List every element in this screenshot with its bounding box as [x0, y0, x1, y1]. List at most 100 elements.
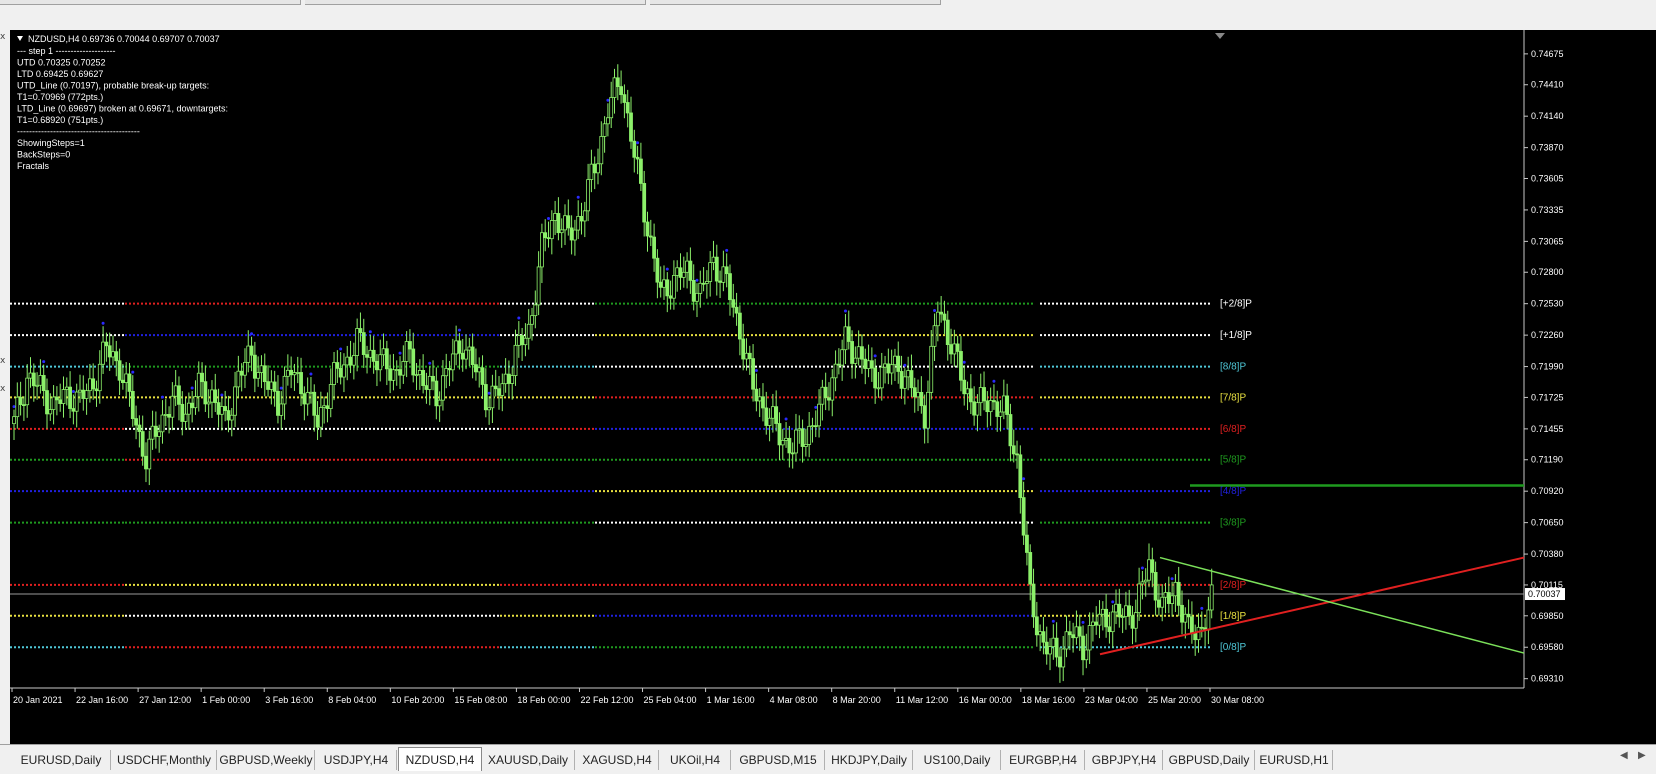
candle-body — [794, 429, 798, 454]
candle-body — [1074, 626, 1079, 639]
fractal-marker — [220, 393, 224, 397]
candle-body — [681, 271, 686, 278]
close-icon[interactable]: x — [0, 384, 5, 394]
candle-body — [408, 341, 412, 350]
candle-body — [398, 369, 402, 376]
fractal-marker — [1111, 600, 1115, 604]
candle-body — [147, 438, 152, 470]
collapse-icon[interactable] — [17, 36, 23, 41]
current-price-label: 0.70037 — [1528, 589, 1561, 599]
tab-scroll-right-icon[interactable]: ▶ — [1638, 750, 1646, 761]
candle-body — [566, 215, 571, 229]
tab-scroll-left-icon[interactable]: ◀ — [1620, 750, 1628, 761]
candle-body — [144, 455, 148, 470]
candle-body — [365, 354, 369, 358]
price-chart[interactable]: 0.74675 0.74410 0.74140 0.73870 0.73605 0.733… — [10, 30, 1656, 744]
candle-body — [1140, 581, 1145, 585]
chart-tab[interactable]: GBPUSD,Weekly — [218, 750, 315, 770]
chart-tab[interactable]: GBPUSD,Daily — [1164, 750, 1255, 770]
candle-body — [1117, 603, 1122, 618]
chart-tab[interactable]: USDJPY,H4 — [316, 750, 397, 770]
candle-body — [770, 406, 775, 419]
trend-lines — [1099, 484, 1525, 656]
chart-canvas[interactable]: 0.74675 0.74410 0.74140 0.73870 0.73605 0.733… — [10, 30, 1656, 744]
chart-tab[interactable]: EURGBP,H4 — [1002, 750, 1085, 770]
chart-tab[interactable]: UKOil,H4 — [660, 750, 731, 770]
chart-tab[interactable]: USDCHF,Monthly — [112, 750, 217, 770]
candle-body — [150, 425, 155, 440]
fractal-marker — [101, 321, 105, 325]
murrey-level-label: [+1/8]P — [1220, 330, 1252, 341]
candle-body — [536, 266, 541, 306]
candle-body — [982, 387, 986, 402]
chart-tab[interactable]: EURUSD,H1 — [1256, 750, 1333, 770]
chart-tab[interactable]: GBPJPY,H4 — [1086, 750, 1163, 770]
close-icon[interactable]: x — [0, 356, 5, 366]
candle-body — [1190, 616, 1194, 634]
candle-body — [1091, 621, 1095, 626]
candle-body — [1015, 453, 1019, 456]
fractal-marker — [547, 217, 551, 221]
candle-body — [480, 367, 485, 385]
chart-tab[interactable]: US100,Daily — [914, 750, 1001, 770]
candle-body — [513, 344, 518, 376]
candle-body — [685, 260, 689, 273]
chart-tab[interactable]: HKDJPY,Daily — [826, 750, 913, 770]
candle-body — [1176, 581, 1181, 606]
chart-tab[interactable]: XAGUSD,H4 — [576, 750, 659, 770]
murrey-labels: [+2/8]P [+1/8]P [8/8]P [7/8]P [6/8]P [5/8]P [4… — [1220, 299, 1252, 654]
candle-body — [38, 375, 43, 386]
candle-body — [1064, 631, 1069, 650]
chart-tabs-bar: EURUSD,Daily USDCHF,Monthly GBPUSD,Weekly U… — [0, 744, 1656, 774]
candle-body — [658, 281, 663, 288]
candle-body — [688, 260, 693, 281]
candle-body — [1183, 613, 1188, 623]
chart-tab[interactable]: EURUSD,Daily — [12, 750, 111, 770]
price-tick-label: 0.70650 — [1531, 518, 1564, 528]
candle-body — [219, 406, 224, 415]
candle-body — [81, 389, 86, 399]
candle-body — [12, 416, 16, 425]
candle-body — [342, 364, 346, 378]
price-tick-label: 0.70920 — [1531, 486, 1564, 496]
candle-body — [803, 444, 808, 447]
candle-body — [523, 337, 528, 346]
chart-tab[interactable]: NZDUSD,H4 — [398, 747, 482, 771]
info-line: T1=0.68920 (751pts.) — [17, 115, 103, 125]
candle-body — [711, 256, 716, 264]
candle-body — [1087, 625, 1092, 651]
chart-tab[interactable]: GBPUSD,M15 — [732, 750, 825, 770]
chart-tab[interactable]: XAUUSD,Daily — [482, 750, 575, 770]
candle-body — [932, 325, 937, 347]
candle-body — [1028, 552, 1033, 585]
candle-body — [582, 210, 587, 222]
fractal-marker — [695, 278, 699, 282]
candle-body — [691, 279, 696, 302]
candle-body — [1011, 445, 1016, 455]
candle-body — [421, 370, 426, 386]
candle-body — [58, 399, 63, 404]
candle-body — [543, 232, 548, 239]
chart-shift-marker-icon[interactable] — [1215, 33, 1225, 39]
candle-body — [906, 370, 911, 378]
candle-body — [718, 280, 722, 283]
info-line: --- step 1 -------------------- — [17, 46, 115, 56]
candle-body — [698, 282, 703, 294]
fractal-marker — [754, 369, 758, 373]
fractal-marker — [1200, 606, 1204, 610]
candle-body — [200, 372, 204, 383]
fractal-marker — [457, 328, 461, 332]
candle-body — [497, 388, 501, 396]
murrey-level-lines — [10, 302, 1524, 649]
close-icon[interactable]: x — [0, 32, 5, 42]
time-tick-label: 22 Jan 16:00 — [76, 695, 128, 705]
fractal-marker — [576, 195, 580, 199]
candle-body — [995, 401, 1000, 417]
price-tick-label: 0.73335 — [1531, 205, 1564, 215]
candle-body — [335, 362, 340, 369]
candle-body — [196, 372, 201, 398]
candle-body — [606, 117, 610, 125]
candle-body — [823, 386, 828, 399]
candle-body — [695, 292, 699, 302]
candle-body — [945, 319, 950, 346]
